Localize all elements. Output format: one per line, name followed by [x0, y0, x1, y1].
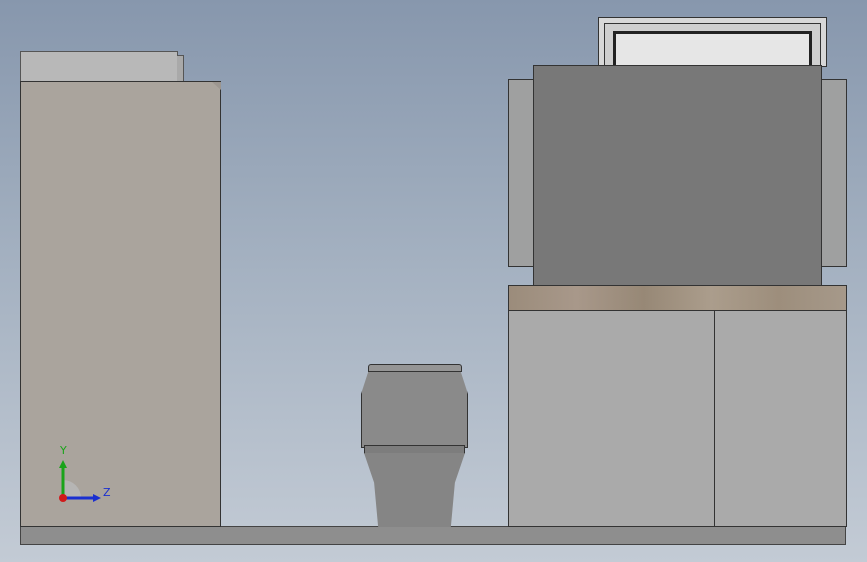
mirror-glass: [613, 31, 812, 67]
toilet-tank[interactable]: [361, 371, 468, 448]
toilet-base[interactable]: [364, 453, 465, 527]
axis-triad: Y Z: [59, 444, 111, 502]
toilet-lid[interactable]: [368, 364, 462, 372]
wall-cabinet[interactable]: [533, 65, 822, 287]
x-axis-dot: [59, 494, 67, 502]
z-axis-label: Z: [103, 486, 111, 499]
vanity-side-panel-left[interactable]: [508, 79, 535, 267]
floor-slab[interactable]: [20, 526, 846, 545]
z-axis-arrow-icon: [93, 494, 101, 502]
vanity-side-panel-right[interactable]: [820, 79, 847, 267]
vanity-door-right[interactable]: [714, 310, 847, 527]
tall-cabinet-top[interactable]: [20, 51, 178, 82]
tall-cabinet-top-edge[interactable]: [177, 55, 184, 82]
y-axis-label: Y: [59, 444, 67, 457]
toilet-seat[interactable]: [364, 445, 465, 454]
countertop[interactable]: [508, 285, 847, 311]
vanity-door-left[interactable]: [508, 310, 715, 527]
y-axis-arrow-icon: [59, 460, 67, 468]
